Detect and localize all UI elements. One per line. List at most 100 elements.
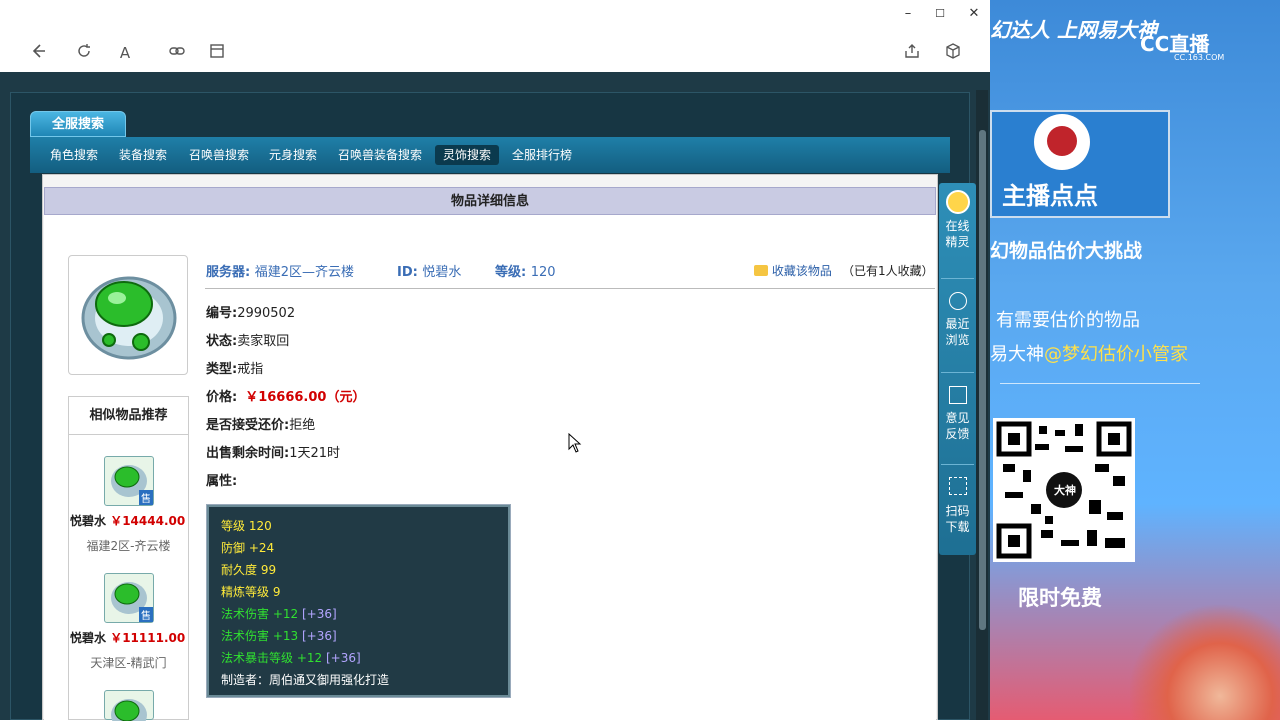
attr-extra-bonus: [+36] (301, 607, 337, 621)
recommend-item-name: 悦碧水 (70, 514, 107, 528)
status-label: 状态: (206, 334, 238, 349)
stream-line-3b: @梦幻估价小管家 (1044, 344, 1188, 365)
stream-line-3a: 易大神 (990, 344, 1044, 365)
attributes-box: 等级 120 防御 +24 耐久度 99 精炼等级 9 法术伤害 +12 [+3… (206, 504, 511, 698)
refresh-icon[interactable] (72, 42, 96, 64)
side-scan-download[interactable]: 扫码 下载 (939, 477, 976, 535)
tab-global-search[interactable]: 全服搜索 (30, 111, 126, 137)
recommend-item-server: 天津区-精武门 (90, 656, 167, 670)
host-avatar (1034, 114, 1090, 170)
back-icon[interactable] (26, 42, 50, 64)
link-icon[interactable] (165, 42, 189, 64)
nav-role-search[interactable]: 角色搜索 (42, 145, 106, 165)
side-online-sprite[interactable]: 在线 精灵 (939, 190, 976, 250)
share-icon[interactable] (900, 42, 924, 64)
type-value: 戒指 (237, 362, 264, 377)
stream-line-3: 易大神@梦幻估价小管家 (990, 340, 1188, 366)
bargain-value: 拒绝 (289, 418, 316, 433)
recommend-item-title[interactable]: 悦碧水 ￥14444.00 (70, 512, 185, 529)
attr-extra-bonus: [+36] (301, 629, 337, 643)
clock-icon (948, 292, 967, 310)
recommend-item-image[interactable]: 售 (104, 456, 154, 506)
time-value: 1天21时 (289, 446, 341, 461)
minimize-button[interactable]: – (896, 4, 920, 24)
bargain-row: 是否接受还价:拒绝 (206, 414, 315, 433)
bargain-label: 是否接受还价: (206, 418, 290, 433)
attr-row: 属性: (206, 470, 237, 489)
server-info: 服务器: 福建2区—齐云楼 (206, 261, 354, 280)
favorite-link[interactable]: 收藏该物品 (754, 262, 832, 279)
attr-line: 耐久度 99 (221, 563, 277, 577)
type-label: 类型: (206, 362, 238, 377)
type-row: 类型:戒指 (206, 358, 263, 377)
recommend-item-image[interactable]: 售 (104, 573, 154, 623)
recommend-panel (68, 396, 189, 720)
time-row: 出售剩余时间:1天21时 (206, 442, 340, 461)
maker-line: 制造者：周伯通又御用强化打造 (221, 673, 390, 687)
side-label: 精灵 (945, 235, 970, 249)
recommend-item-price: ￥11111.00 (110, 631, 186, 645)
number-value: 2990502 (237, 306, 296, 321)
recommend-item-price: ￥14444.00 (110, 514, 186, 528)
nav-pet-equipment-search[interactable]: 召唤兽装备搜索 (330, 145, 430, 165)
side-label: 浏览 (945, 333, 970, 347)
close-button[interactable]: ✕ (962, 4, 986, 24)
font-icon[interactable]: A (113, 42, 137, 64)
id-info: ID: 悦碧水 (397, 261, 461, 280)
side-label: 扫码 (945, 504, 970, 518)
sell-badge: 售 (139, 490, 153, 505)
maximize-button[interactable]: ☐ (928, 4, 952, 24)
level-label: 等级: (495, 265, 527, 280)
time-label: 出售剩余时间: (206, 446, 290, 461)
free-label: 限时免费 (1018, 586, 1102, 610)
side-feedback[interactable]: 意见 反馈 (939, 386, 976, 442)
status-value: 卖家取回 (237, 334, 290, 349)
sell-badge: 售 (139, 607, 153, 622)
attr-line-extra: 法术伤害 +13 [+36] (221, 625, 496, 647)
recommend-item-title[interactable]: 悦碧水 ￥11111.00 (70, 629, 185, 646)
nav-ranking[interactable]: 全服排行榜 (504, 145, 580, 165)
nav-accessory-search[interactable]: 灵饰搜索 (435, 145, 500, 165)
cube-icon[interactable] (941, 42, 965, 64)
nav-pet-search[interactable]: 召唤兽搜索 (181, 145, 257, 165)
nav-avatar-search[interactable]: 元身搜索 (261, 145, 325, 165)
attr-line-extra: 法术伤害 +12 [+36] (221, 603, 496, 625)
level-value: 120 (530, 265, 556, 280)
status-row: 状态:卖家取回 (206, 330, 289, 349)
folder-star-icon (754, 265, 768, 276)
nav-equipment-search[interactable]: 装备搜索 (111, 145, 175, 165)
edit-icon (948, 386, 967, 404)
side-label: 意见 (945, 411, 970, 425)
favorite-count: （已有1人收藏） (842, 264, 934, 278)
scan-icon (948, 477, 967, 495)
attr-label: 属性: (206, 474, 238, 489)
sprite-icon (945, 190, 970, 214)
recommend-title: 相似物品推荐 (69, 397, 188, 435)
attr-line-extra: 法术暴击等级 +12 [+36] (221, 647, 496, 669)
side-label: 在线 (945, 219, 970, 233)
number-label: 编号: (206, 306, 238, 321)
price-value: ￥16666.00（元） (245, 390, 366, 405)
qr-center-label: 大神 (1054, 484, 1076, 497)
side-label: 反馈 (945, 427, 970, 441)
attr-extra-bonus: [+36] (325, 651, 361, 665)
stream-line-1: 幻物品估价大挑战 (990, 240, 1143, 262)
scrollbar-thumb[interactable] (979, 130, 986, 630)
tab-icon[interactable] (205, 42, 229, 64)
price-label: 价格: (206, 390, 238, 405)
attr-line: 等级 120 (221, 519, 272, 533)
character-art (1130, 600, 1280, 720)
attr-extra-text: 法术伤害 +12 (221, 607, 299, 621)
attr-line: 精炼等级 9 (221, 585, 281, 599)
host-name: 主播点点 (1002, 182, 1098, 210)
id-label: ID: (397, 265, 418, 280)
favorite-label: 收藏该物品 (771, 264, 832, 278)
server-value: 福建2区—齐云楼 (254, 265, 355, 280)
recommend-item-image[interactable] (104, 690, 154, 725)
detail-header: 物品详细信息 (44, 187, 936, 215)
attr-line: 防御 +24 (221, 541, 275, 555)
side-label: 下载 (945, 520, 970, 534)
side-recent[interactable]: 最近 浏览 (939, 292, 976, 348)
attr-extra-text: 法术暴击等级 +12 (221, 651, 323, 665)
qr-code: 大神 (993, 418, 1135, 562)
